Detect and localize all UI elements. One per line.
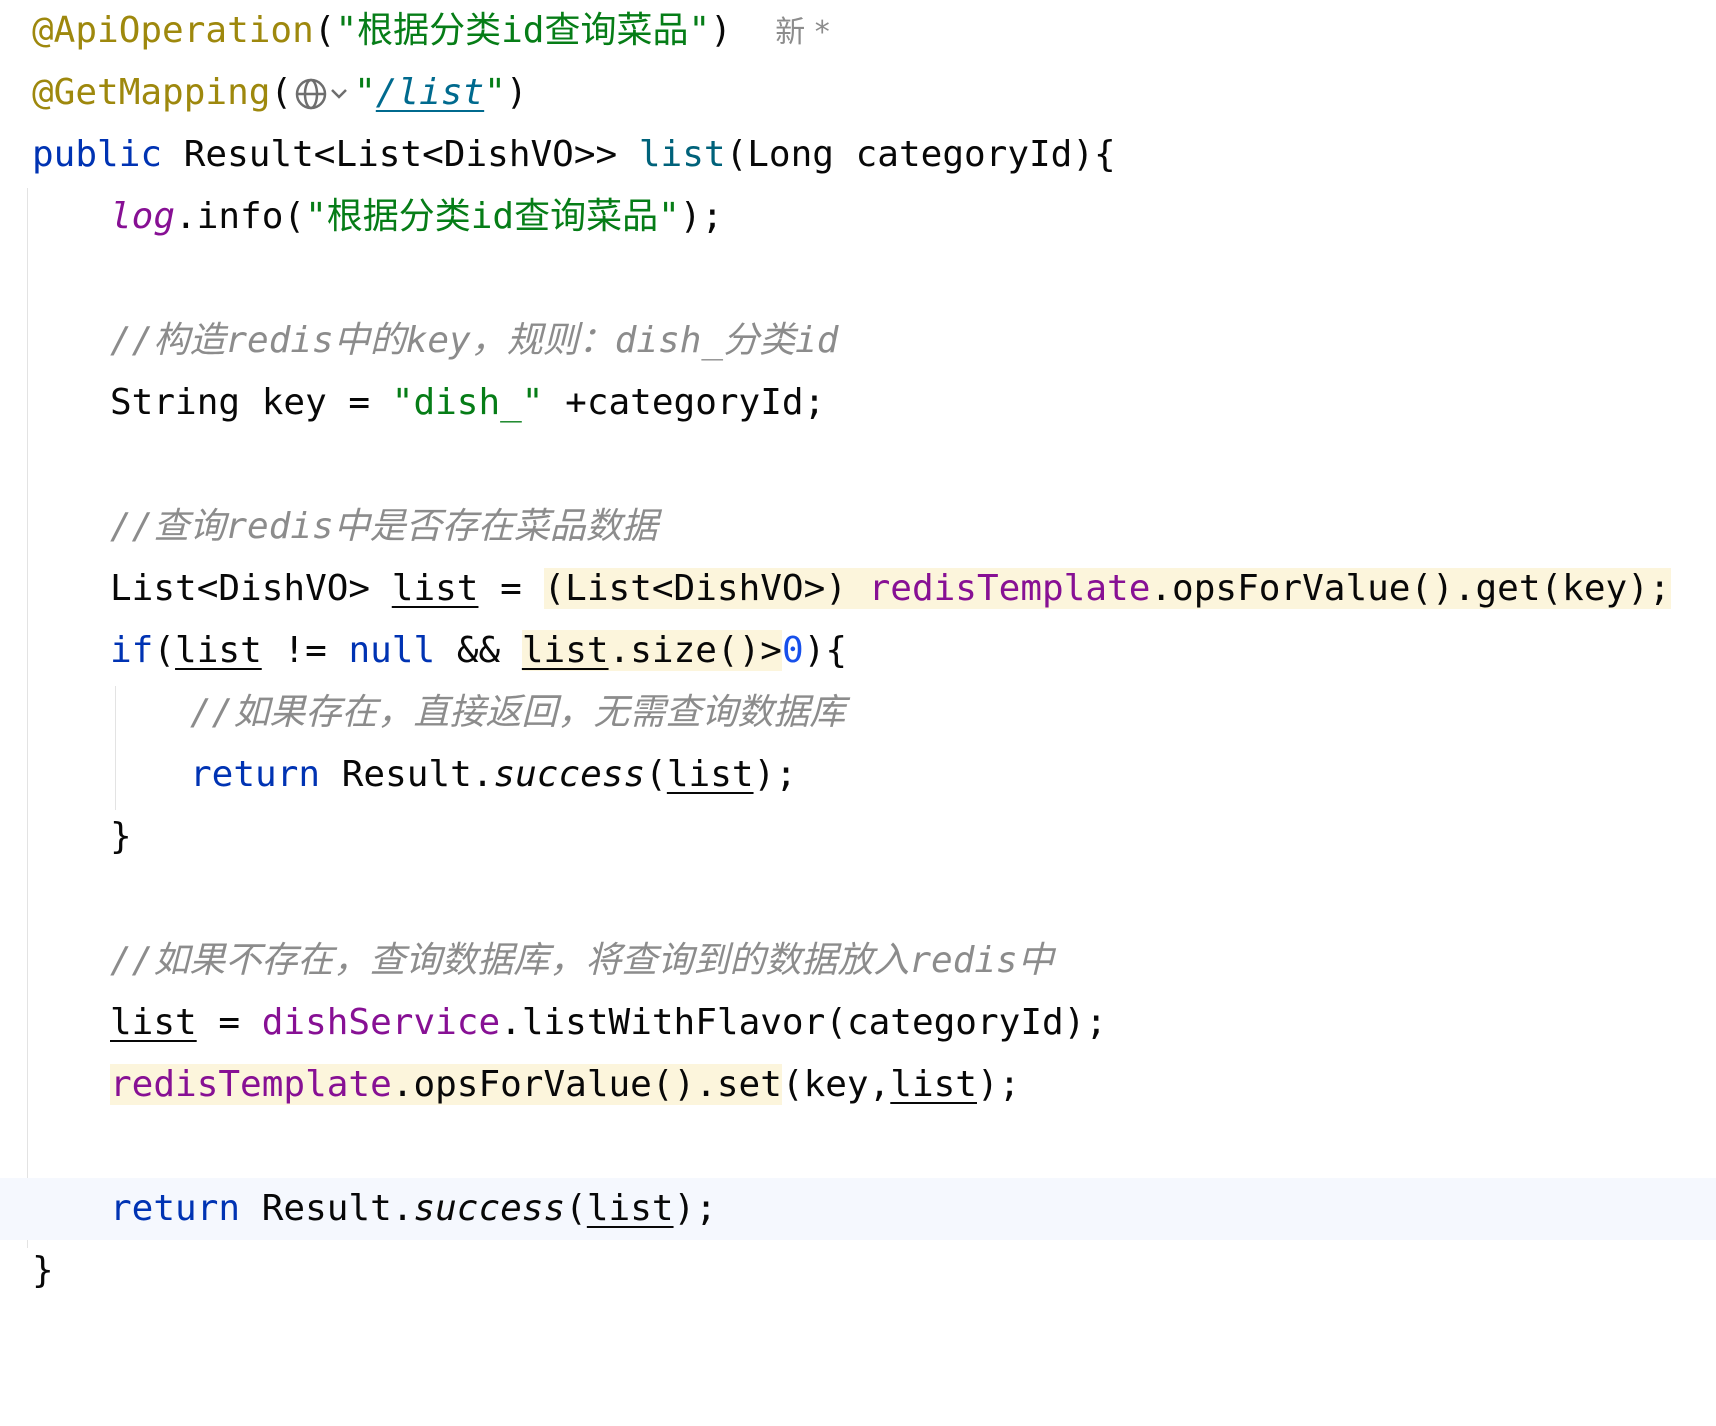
variable: list (521, 630, 609, 671)
comment: //查询redis中是否存在菜品数据 (110, 506, 658, 547)
inspection-highlight[interactable]: list.size()> (521, 630, 782, 671)
variable: list (890, 1064, 977, 1105)
code-line-6[interactable]: //构造redis中的key，规则：dish_分类id (0, 310, 1716, 372)
code-line-17[interactable]: list = dishService.listWithFlavor(catego… (0, 992, 1716, 1054)
string-literal: "dish_" (391, 382, 544, 423)
annotation: @GetMapping (32, 72, 271, 113)
static-method: success (413, 1188, 566, 1229)
keyword: return (110, 1188, 241, 1229)
inlay-hint[interactable]: 新 * (775, 15, 830, 50)
inspection-highlight[interactable]: (List<DishVO>) redisTemplate.opsForValue… (543, 568, 1671, 609)
code-line-3[interactable]: public Result<List<DishVO>> list(Long ca… (0, 124, 1716, 186)
url-path-link[interactable]: /list (376, 72, 484, 113)
field: redisTemplate (110, 1064, 392, 1105)
keyword: public (32, 134, 163, 175)
code-line-12[interactable]: //如果存在，直接返回，无需查询数据库 (0, 682, 1716, 744)
field: log (110, 196, 176, 237)
string-literal: "根据分类id查询菜品" (305, 196, 680, 237)
inspection-highlight[interactable]: redisTemplate.opsForValue().set (110, 1064, 782, 1105)
code-line-14[interactable]: } (0, 806, 1716, 868)
code-line-7[interactable]: String key = "dish_" +categoryId; (0, 372, 1716, 434)
code-line-10[interactable]: List<DishVO> list = (List<DishVO>) redis… (0, 558, 1716, 620)
variable: list (666, 754, 754, 795)
annotation: @ApiOperation (32, 10, 314, 51)
code-line-2[interactable]: @GetMapping("/list") (0, 62, 1716, 124)
code-line-1[interactable]: @ApiOperation("根据分类id查询菜品") 新 * (0, 0, 1716, 62)
code-line-9[interactable]: //查询redis中是否存在菜品数据 (0, 496, 1716, 558)
variable: list (110, 1002, 197, 1043)
code-line-4[interactable]: log.info("根据分类id查询菜品"); (0, 186, 1716, 248)
code-line-11[interactable]: if(list != null && list.size()>0){ (0, 620, 1716, 682)
closing-brace: } (110, 816, 132, 857)
field: redisTemplate (868, 568, 1151, 609)
comment: //构造redis中的key，规则：dish_分类id (110, 320, 839, 361)
variable: list (391, 568, 479, 609)
field: dishService (261, 1002, 501, 1043)
number-literal: 0 (781, 630, 804, 671)
comment: //如果不存在，查询数据库，将查询到的数据放入redis中 (110, 940, 1054, 981)
method-name: list (638, 134, 726, 175)
string-literal: "根据分类id查询菜品" (335, 10, 711, 51)
keyword: return (190, 754, 321, 795)
code-editor[interactable]: @ApiOperation("根据分类id查询菜品") 新 * @GetMapp… (0, 0, 1716, 1291)
code-line-18[interactable]: redisTemplate.opsForValue().set(key,list… (0, 1054, 1716, 1116)
code-line-21[interactable]: } (0, 1240, 1716, 1302)
code-line-13[interactable]: return Result.success(list); (0, 744, 1716, 806)
variable: list (175, 630, 262, 671)
globe-icon[interactable] (294, 76, 352, 112)
keyword: null (348, 630, 436, 671)
variable: list (586, 1188, 674, 1229)
closing-brace: } (32, 1250, 54, 1291)
code-line-16[interactable]: //如果不存在，查询数据库，将查询到的数据放入redis中 (0, 930, 1716, 992)
comment: //如果存在，直接返回，无需查询数据库 (190, 692, 846, 733)
keyword: if (110, 630, 154, 671)
static-method: success (493, 754, 646, 795)
code-line-20-current[interactable]: return Result.success(list); (0, 1178, 1716, 1240)
